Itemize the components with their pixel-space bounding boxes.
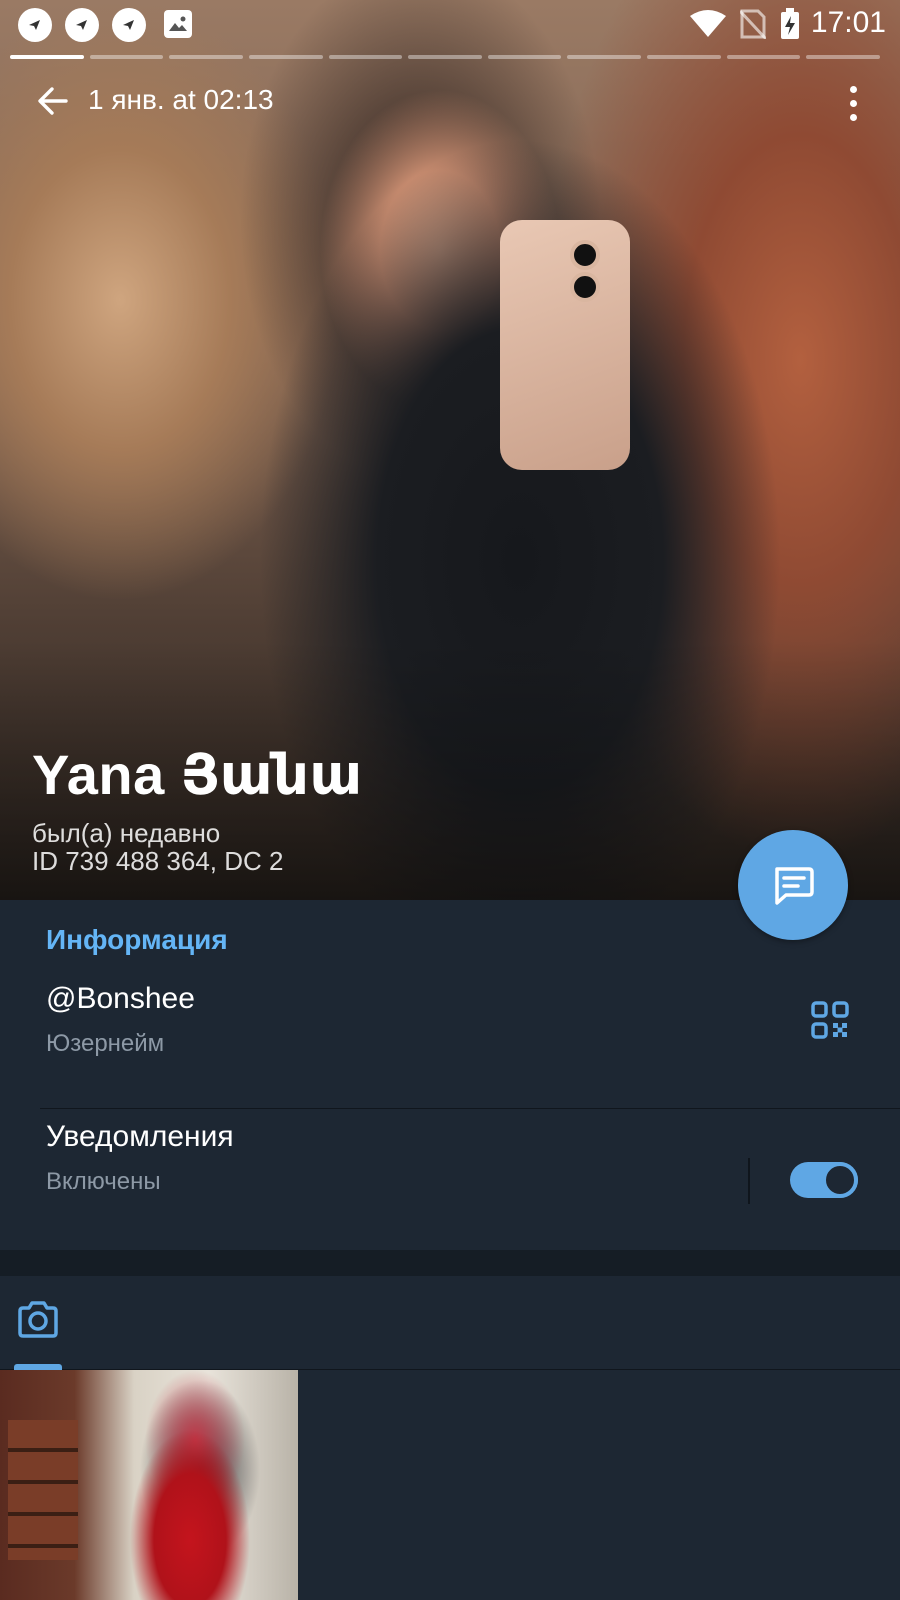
- more-options-icon[interactable]: [846, 82, 860, 122]
- section-gap: [0, 1250, 900, 1276]
- story-segment[interactable]: [328, 55, 403, 59]
- battery-charging-icon: [781, 8, 799, 39]
- app-notification-icon: [18, 8, 52, 42]
- no-sim-icon: [740, 9, 766, 39]
- vertical-divider: [748, 1158, 750, 1204]
- media-tabs: [0, 1276, 900, 1370]
- message-icon: [775, 867, 814, 905]
- profile-name: Yana Յանա: [32, 743, 363, 806]
- back-arrow-icon[interactable]: [36, 84, 70, 118]
- story-segment[interactable]: [567, 55, 642, 59]
- section-title: Информация: [46, 924, 228, 955]
- profile-id: ID 739 488 364, DC 2: [32, 846, 284, 876]
- top-bar: 1 янв. at 02:13: [0, 70, 900, 130]
- notifications-toggle[interactable]: [790, 1162, 858, 1198]
- info-panel: Информация @Bonshee Юзернейм Уведомления…: [0, 900, 900, 1250]
- status-bar: 17:01: [0, 0, 900, 50]
- story-segment[interactable]: [806, 55, 881, 59]
- camera-icon[interactable]: [14, 1296, 62, 1344]
- notifications-title: Уведомления: [46, 1120, 234, 1153]
- story-progress: [10, 55, 881, 59]
- app-notification-icon: [65, 8, 99, 42]
- clock: 17:01: [810, 6, 886, 39]
- story-segment[interactable]: [169, 55, 243, 59]
- toggle-knob: [822, 1162, 858, 1198]
- app-notification-icon: [112, 8, 146, 42]
- phone-in-photo: [500, 220, 630, 470]
- divider: [40, 1108, 900, 1109]
- username-value[interactable]: @Bonshee: [46, 982, 195, 1016]
- media-grid: [0, 1370, 900, 1600]
- story-segment[interactable]: [408, 55, 482, 59]
- qr-code-icon[interactable]: [810, 1000, 850, 1040]
- story-segment[interactable]: [487, 55, 562, 59]
- username-label: Юзернейм: [46, 1030, 165, 1057]
- story-segment[interactable]: [89, 55, 164, 59]
- story-date: 1 янв. at 02:13: [88, 84, 274, 115]
- story-segment[interactable]: [248, 55, 323, 59]
- story-segment[interactable]: [10, 55, 84, 59]
- media-thumbnail[interactable]: [0, 1370, 298, 1600]
- wifi-icon: [690, 10, 726, 37]
- notifications-state: Включены: [46, 1168, 161, 1195]
- send-message-button[interactable]: [738, 830, 848, 940]
- story-segment[interactable]: [726, 55, 801, 59]
- image-notification-icon: [164, 10, 192, 38]
- last-seen-status: был(а) недавно: [32, 818, 221, 848]
- story-segment[interactable]: [647, 55, 721, 59]
